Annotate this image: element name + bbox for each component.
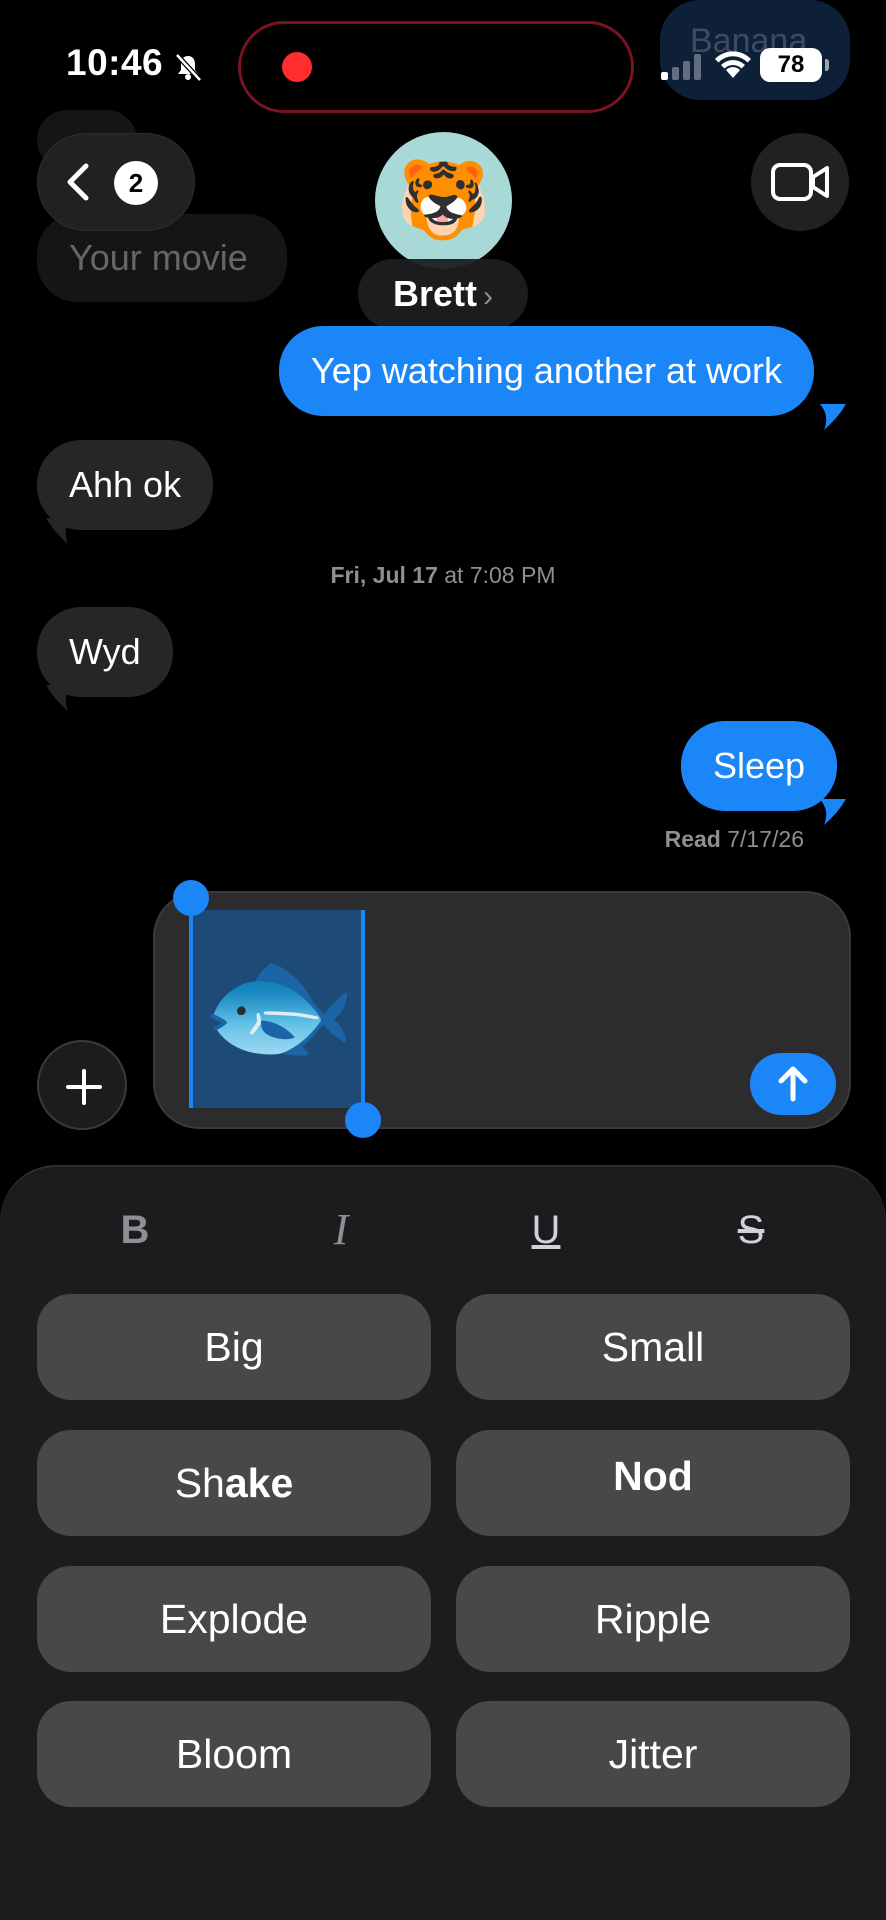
strikethrough-format-button[interactable]: S xyxy=(701,1200,801,1260)
chevron-left-icon xyxy=(67,163,89,201)
status-time: 10:46 xyxy=(66,42,164,83)
battery-icon: 78 xyxy=(760,48,829,82)
arrow-up-icon xyxy=(778,1066,808,1102)
message-bubble-outgoing[interactable]: Yep watching another at work xyxy=(279,326,814,416)
bubble-tail xyxy=(820,799,846,825)
selection-start-line xyxy=(189,900,193,1108)
chevron-right-icon: › xyxy=(483,280,493,313)
wifi-icon xyxy=(715,51,751,78)
underline-format-button[interactable]: U xyxy=(496,1200,596,1260)
facetime-video-button[interactable] xyxy=(751,133,849,231)
message-bubble-outgoing[interactable]: Sleep xyxy=(681,721,838,811)
contact-avatar[interactable]: 🐯 xyxy=(375,132,512,269)
cellular-signal-icon xyxy=(661,52,705,80)
bubble-tail xyxy=(46,685,72,711)
send-button[interactable] xyxy=(750,1053,836,1115)
back-button[interactable]: 2 xyxy=(37,133,195,231)
read-receipt: Read 7/17/26 xyxy=(664,826,804,852)
selection-end-handle[interactable] xyxy=(345,1102,381,1138)
effect-bloom-button[interactable]: Bloom xyxy=(37,1701,431,1807)
effect-ripple-button[interactable]: Ripple xyxy=(456,1566,850,1672)
bubble-tail xyxy=(46,518,72,544)
effect-shake-label-a: Sh xyxy=(174,1460,225,1506)
effect-jitter-button[interactable]: Jitter xyxy=(456,1701,850,1807)
bubble-tail xyxy=(820,404,846,430)
conversation-timestamp: Fri, Jul 17 at 7:08 PM xyxy=(330,562,556,588)
silent-mode-icon xyxy=(175,53,202,82)
video-camera-icon xyxy=(771,163,829,201)
italic-format-button[interactable]: I xyxy=(291,1200,391,1260)
selection-start-handle[interactable] xyxy=(173,880,209,916)
contact-name-button[interactable]: Brett › xyxy=(358,259,528,329)
effect-shake-label-b: ake xyxy=(224,1460,294,1506)
recording-indicator-icon xyxy=(282,52,312,82)
ghost-message-banana: Banana xyxy=(660,0,850,100)
compose-fish-emoji[interactable]: 🐟 xyxy=(200,942,357,1068)
unread-count-badge: 2 xyxy=(114,161,158,205)
effect-shake-button[interactable]: Shake xyxy=(37,1430,431,1536)
effect-explode-button[interactable]: Explode xyxy=(37,1566,431,1672)
contact-name: Brett xyxy=(392,273,477,314)
message-bubble-incoming[interactable]: Wyd xyxy=(37,607,173,697)
message-bubble-incoming[interactable]: Ahh ok xyxy=(37,440,214,530)
effect-small-button[interactable]: Small xyxy=(456,1294,850,1400)
apps-plus-button[interactable] xyxy=(37,1040,127,1130)
bold-format-button[interactable]: B xyxy=(85,1200,185,1260)
effect-nod-button[interactable]: Nod xyxy=(456,1430,850,1536)
effect-big-button[interactable]: Big xyxy=(37,1294,431,1400)
selection-end-line xyxy=(361,910,365,1110)
plus-icon xyxy=(66,1069,102,1105)
